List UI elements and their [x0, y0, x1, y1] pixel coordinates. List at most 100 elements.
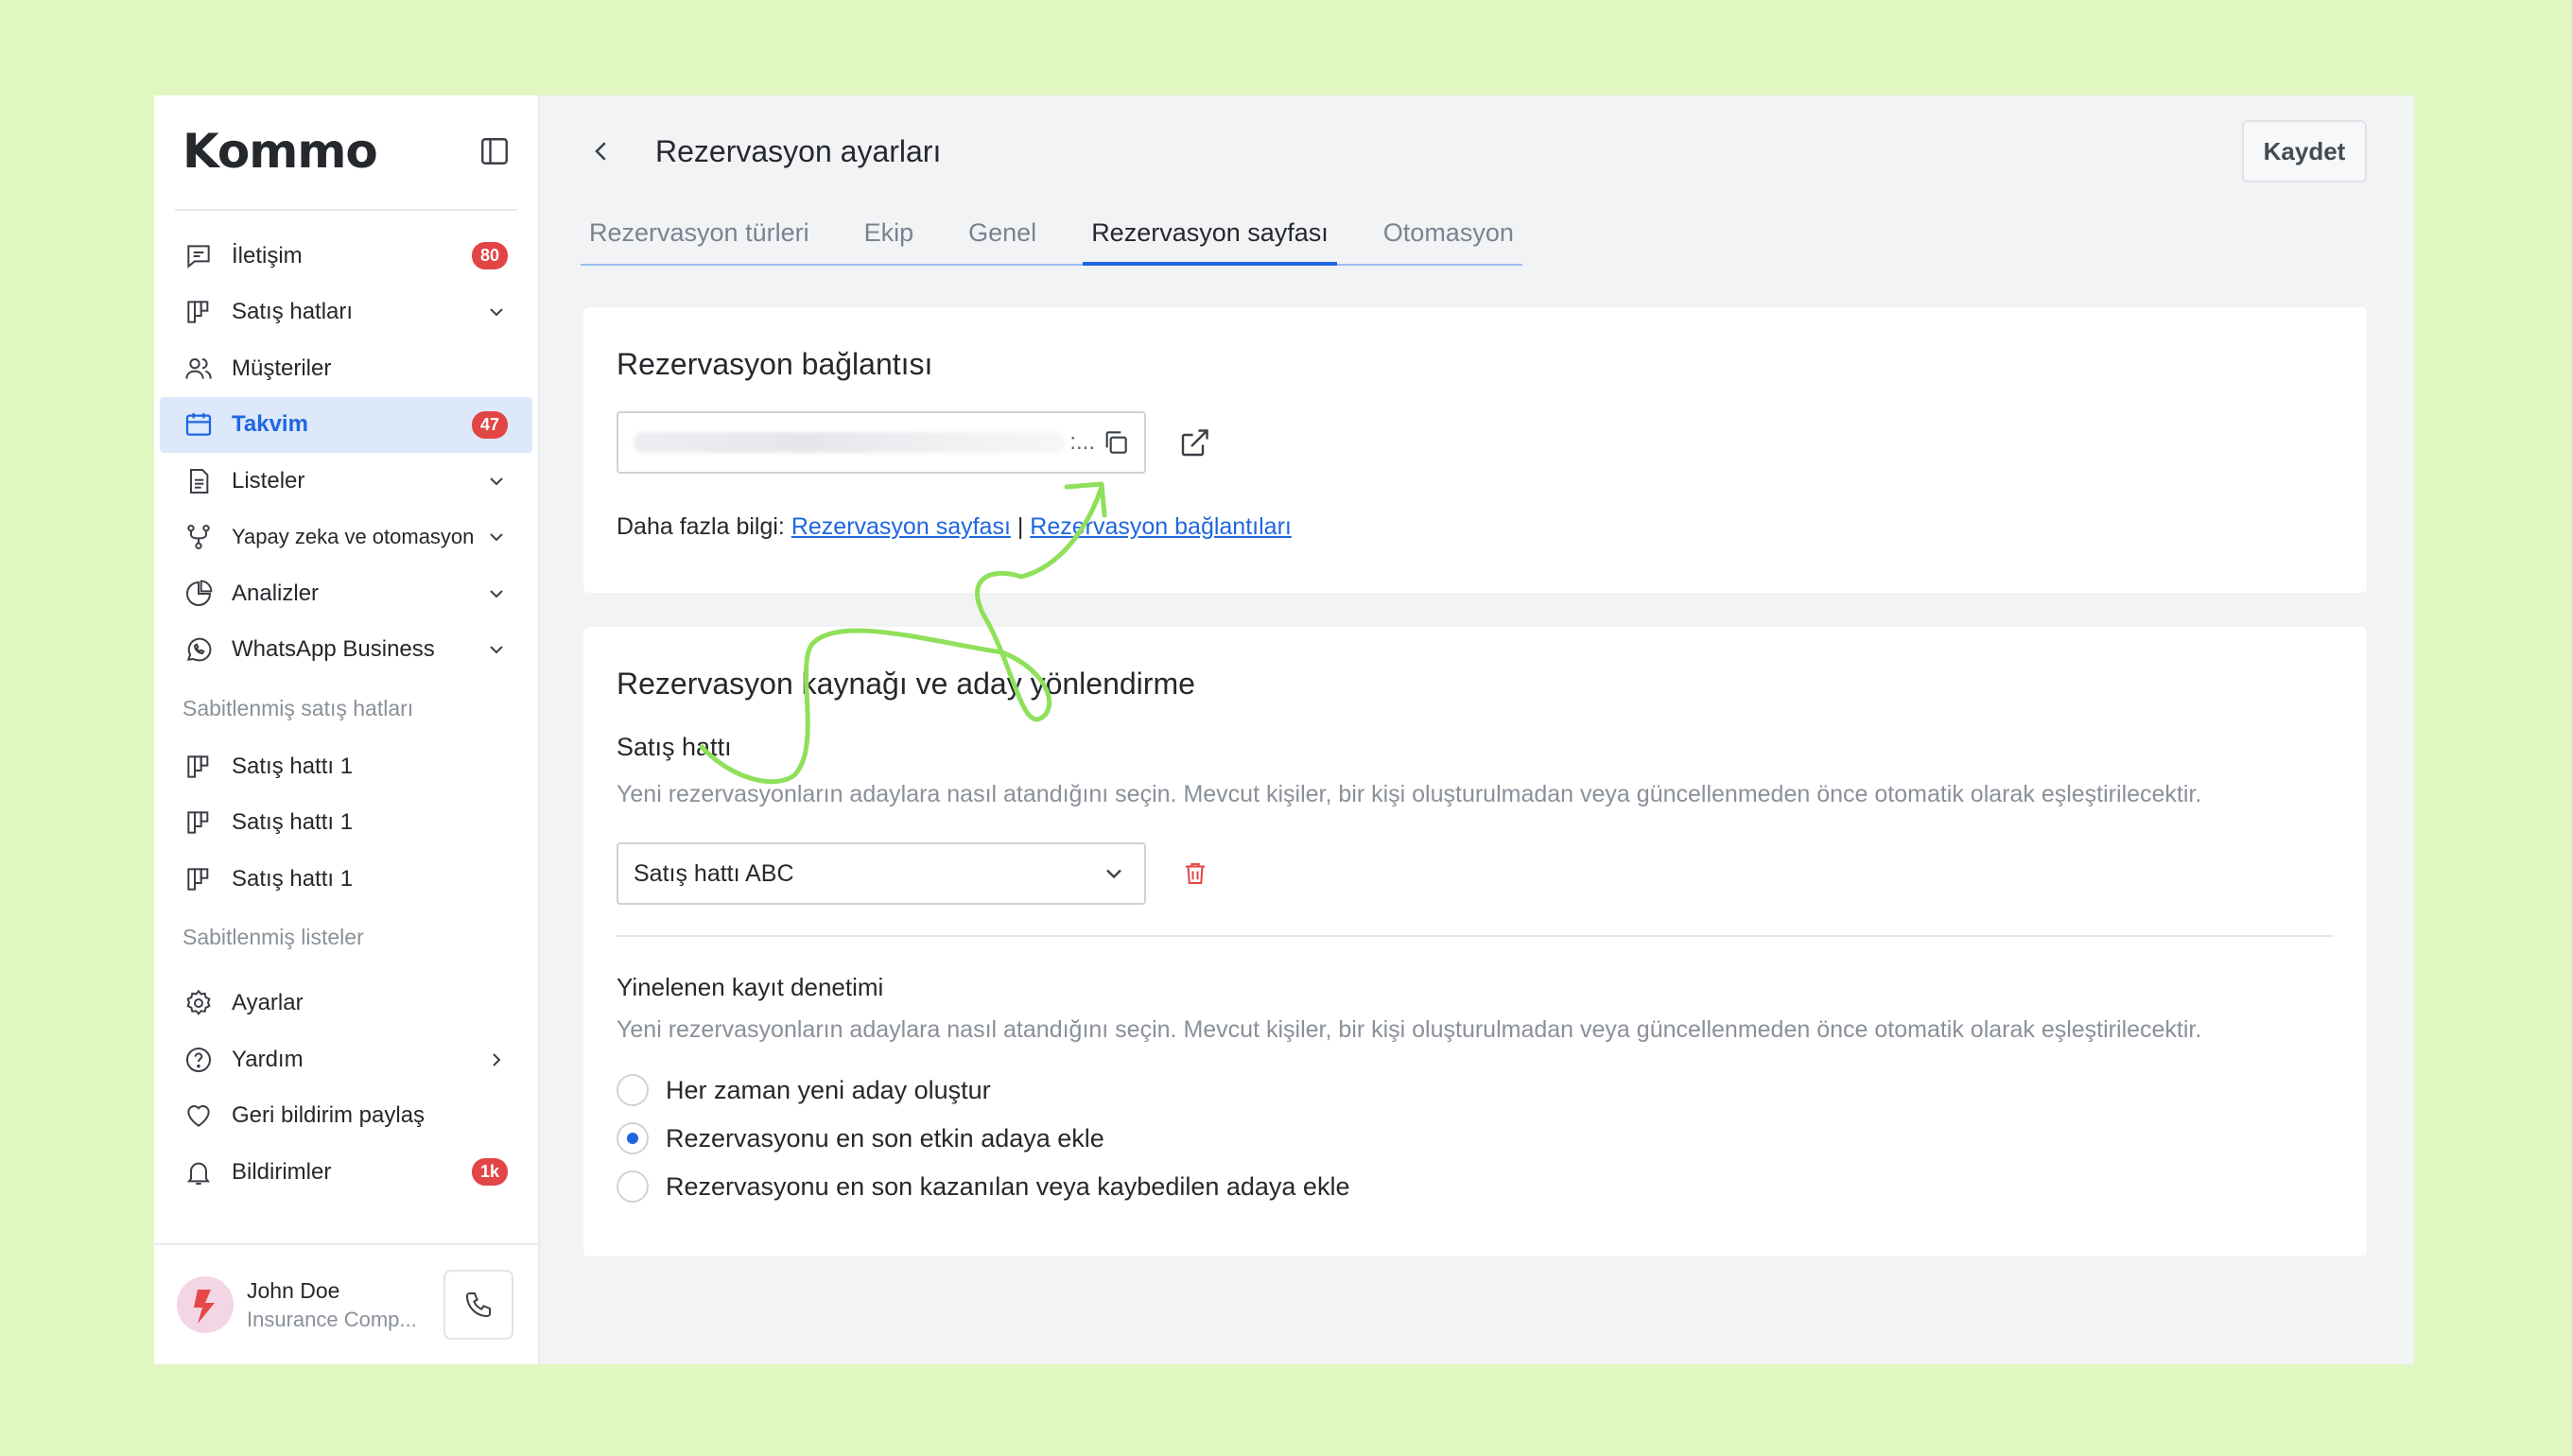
sidebar-item-label: Yardım [232, 1046, 304, 1072]
chevron-down-icon[interactable] [485, 582, 508, 605]
tab-rezervasyon-sayfasi[interactable]: Rezervasyon sayfası [1083, 218, 1337, 266]
main-content: Rezervasyon ayarları Kaydet Rezervasyon … [540, 95, 2414, 1364]
chevron-down-icon[interactable] [485, 526, 508, 548]
sidebar-item-iletisim[interactable]: İletişim 80 [154, 228, 538, 285]
pinned-pipeline-item[interactable]: Satış hattı 1 [154, 738, 538, 795]
chevron-right-icon[interactable] [485, 1049, 508, 1071]
chevron-down-icon[interactable] [485, 638, 508, 661]
app-window: Kommo İletişim 80 Satış hatları Müşteril… [154, 95, 2414, 1364]
radio-label: Her zaman yeni aday oluştur [666, 1075, 991, 1104]
booking-link-card: Rezervasyon bağlantısı :... Daha fazla b… [583, 307, 2367, 593]
sidebar-item-ayarlar[interactable]: Ayarlar [154, 976, 538, 1032]
sidebar: Kommo İletişim 80 Satış hatları Müşteril… [154, 95, 540, 1364]
external-link-icon[interactable] [1177, 426, 1211, 460]
phone-button[interactable] [443, 1270, 513, 1340]
sidebar-item-label: Satış hatları [232, 299, 354, 325]
user-organization: Insurance Comp... [247, 1307, 417, 1331]
booking-links-link[interactable]: Rezervasyon bağlantıları [1030, 513, 1292, 540]
sidebar-item-takvim[interactable]: Takvim 47 [160, 396, 532, 453]
sidebar-item-label: Müşteriler [232, 355, 332, 381]
tab-otomasyon[interactable]: Otomasyon [1375, 218, 1522, 264]
sidebar-item-bildirimler[interactable]: Bildirimler 1k [154, 1144, 538, 1201]
pie-chart-icon [182, 578, 215, 610]
pinned-lists-heading: Sabitlenmiş listeler [182, 925, 364, 949]
chevron-down-icon[interactable] [485, 470, 508, 493]
help-icon [182, 1044, 215, 1076]
booking-page-link[interactable]: Rezervasyon sayfası [791, 513, 1011, 540]
link-truncation: :... [1069, 429, 1095, 455]
sidebar-item-label: Listeler [232, 467, 305, 494]
radio-label: Rezervasyonu en son etkin adaya ekle [666, 1123, 1104, 1153]
sidebar-item-analizler[interactable]: Analizler [154, 565, 538, 622]
duplicate-check-label: Yinelenen kayıt denetimi [617, 973, 884, 1001]
booking-link-field[interactable]: :... [617, 411, 1146, 474]
section-divider [617, 935, 2334, 937]
sidebar-item-yardim[interactable]: Yardım [154, 1031, 538, 1088]
phone-icon [465, 1292, 491, 1318]
routing-card: Rezervasyon kaynağı ve aday yönlendirme … [583, 627, 2367, 1257]
calendar-icon [182, 408, 215, 441]
sidebar-item-listeler[interactable]: Listeler [154, 453, 538, 510]
unread-badge: 47 [472, 410, 508, 439]
kommo-logo[interactable]: Kommo [182, 124, 378, 179]
heart-icon [182, 1100, 215, 1132]
pipeline-select-value: Satış hattı ABC [634, 859, 794, 887]
sidebar-item-label: Analizler [232, 580, 320, 606]
page-title: Rezervasyon ayarları [655, 133, 942, 168]
radio-button[interactable] [617, 1170, 649, 1203]
pipeline-icon [182, 296, 215, 328]
save-button[interactable]: Kaydet [2242, 120, 2367, 182]
sidebar-item-whatsapp[interactable]: WhatsApp Business [154, 622, 538, 679]
user-profile[interactable]: John Doe Insurance Comp... [154, 1243, 538, 1364]
sidebar-item-label: Takvim [232, 411, 308, 438]
radio-option-latest-closed[interactable]: Rezervasyonu en son kazanılan veya kaybe… [617, 1170, 1349, 1203]
pipeline-select[interactable]: Satış hattı ABC [617, 842, 1146, 905]
chevron-down-icon[interactable] [485, 301, 508, 323]
sidebar-item-label: Bildirimler [232, 1158, 332, 1185]
sidebar-item-label: WhatsApp Business [232, 636, 435, 663]
radio-button-selected[interactable] [617, 1122, 649, 1154]
user-name: John Doe [247, 1277, 340, 1303]
automation-icon [182, 521, 215, 553]
unread-badge: 80 [472, 242, 508, 270]
tab-ekip[interactable]: Ekip [856, 218, 923, 264]
pinned-pipeline-label: Satış hattı 1 [232, 753, 354, 779]
pinned-pipeline-item[interactable]: Satış hattı 1 [154, 795, 538, 852]
pinned-pipeline-item[interactable]: Satış hattı 1 [154, 851, 538, 908]
avatar[interactable] [177, 1276, 234, 1333]
booking-link-title: Rezervasyon bağlantısı [617, 347, 933, 381]
sidebar-item-geri-bildirim[interactable]: Geri bildirim paylaş [154, 1088, 538, 1145]
whatsapp-icon [182, 633, 215, 666]
sidebar-item-yapay-zeka[interactable]: Yapay zeka ve otomasyon [154, 510, 538, 566]
bell-icon [182, 1156, 215, 1188]
sidebar-toggle-icon[interactable] [478, 134, 512, 168]
radio-button[interactable] [617, 1074, 649, 1106]
list-icon [182, 465, 215, 497]
sidebar-item-satis-hatlari[interactable]: Satış hatları [154, 285, 538, 341]
pipeline-label: Satış hattı [617, 733, 732, 761]
more-info-line: Daha fazla bilgi: Rezervasyon sayfası | … [617, 513, 1292, 541]
sidebar-item-label: Yapay zeka ve otomasyon [232, 525, 475, 549]
notification-badge: 1k [472, 1158, 508, 1187]
more-info-prefix: Daha fazla bilgi: [617, 513, 785, 540]
pipeline-icon [182, 806, 215, 839]
copy-icon[interactable] [1101, 427, 1131, 458]
back-arrow-icon[interactable] [587, 137, 616, 165]
radio-option-latest-active[interactable]: Rezervasyonu en son etkin adaya ekle [617, 1122, 1104, 1154]
radio-label: Rezervasyonu en son kazanılan veya kaybe… [666, 1171, 1350, 1201]
routing-title: Rezervasyon kaynağı ve aday yönlendirme [617, 667, 1195, 701]
logo-row: Kommo [154, 95, 538, 207]
chat-icon [182, 240, 215, 272]
duplicate-check-description: Yeni rezervasyonların adaylara nasıl ata… [617, 1016, 2202, 1043]
settings-tabs: Rezervasyon türleri Ekip Genel Rezervasy… [581, 218, 1522, 266]
user-info: John Doe Insurance Comp... [247, 1278, 443, 1332]
tab-rezervasyon-turleri[interactable]: Rezervasyon türleri [581, 218, 818, 264]
pinned-pipelines-heading: Sabitlenmiş satış hatları [182, 695, 414, 720]
sidebar-item-musteriler[interactable]: Müşteriler [154, 340, 538, 397]
pipeline-description: Yeni rezervasyonların adaylara nasıl ata… [617, 781, 2202, 807]
page-header: Rezervasyon ayarları [540, 95, 2414, 207]
sidebar-nav: İletişim 80 Satış hatları Müşteriler Tak… [154, 211, 538, 1201]
radio-option-new-lead[interactable]: Her zaman yeni aday oluştur [617, 1074, 991, 1106]
tab-genel[interactable]: Genel [960, 218, 1045, 264]
trash-icon[interactable] [1181, 859, 1209, 888]
